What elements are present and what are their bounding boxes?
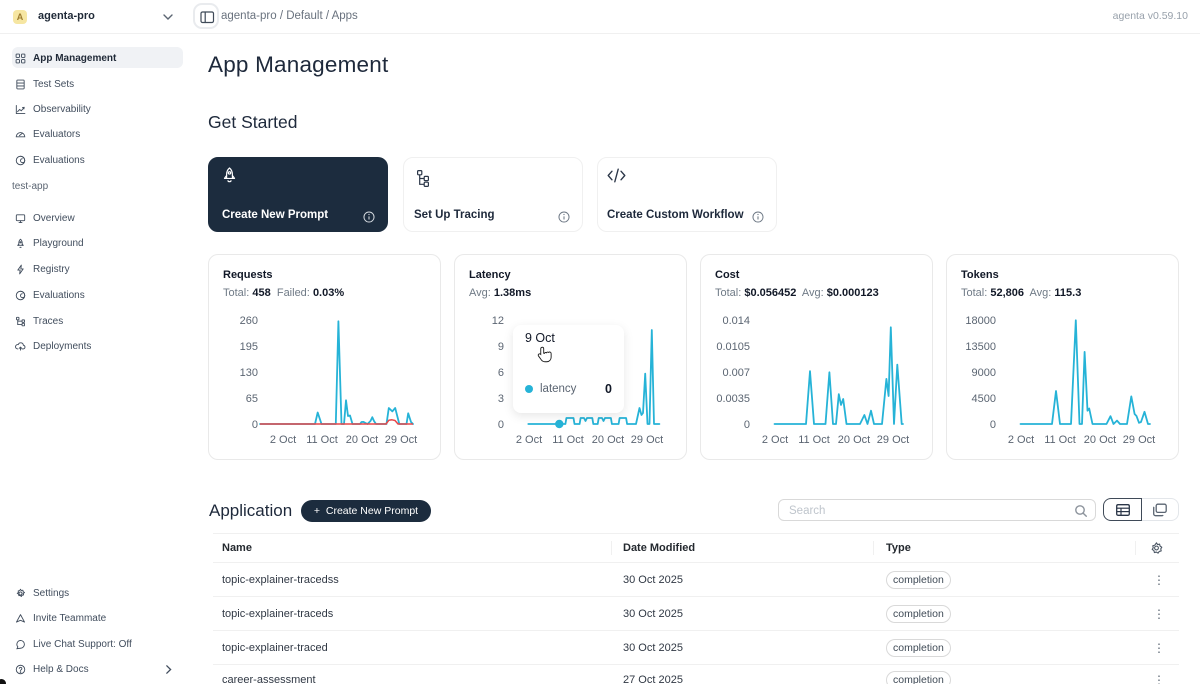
svg-text:0.0105: 0.0105 (716, 341, 750, 353)
svg-text:2 Oct: 2 Oct (762, 434, 788, 446)
svg-text:130: 130 (240, 367, 258, 379)
svg-text:11 Oct: 11 Oct (552, 434, 584, 446)
svg-text:0: 0 (498, 419, 504, 431)
svg-text:11 Oct: 11 Oct (306, 434, 338, 446)
svg-text:20 Oct: 20 Oct (838, 434, 870, 446)
svg-text:18000: 18000 (965, 315, 996, 327)
svg-text:29 Oct: 29 Oct (877, 434, 909, 446)
svg-text:11 Oct: 11 Oct (1044, 434, 1076, 446)
svg-text:2 Oct: 2 Oct (1008, 434, 1034, 446)
svg-text:9000: 9000 (972, 367, 996, 379)
svg-text:12: 12 (492, 315, 504, 327)
svg-text:29 Oct: 29 Oct (1123, 434, 1155, 446)
svg-text:4500: 4500 (972, 393, 996, 405)
svg-text:11 Oct: 11 Oct (798, 434, 830, 446)
svg-text:0.007: 0.007 (722, 367, 750, 379)
svg-text:29 Oct: 29 Oct (385, 434, 417, 446)
svg-text:0: 0 (744, 419, 750, 431)
svg-text:0: 0 (252, 419, 258, 431)
svg-text:3: 3 (498, 393, 504, 405)
svg-text:13500: 13500 (965, 341, 996, 353)
svg-text:0.0035: 0.0035 (716, 393, 750, 405)
svg-text:0: 0 (990, 419, 996, 431)
svg-text:20 Oct: 20 Oct (346, 434, 378, 446)
svg-text:9: 9 (498, 341, 504, 353)
svg-text:6: 6 (498, 367, 504, 379)
svg-text:20 Oct: 20 Oct (1084, 434, 1116, 446)
svg-text:29 Oct: 29 Oct (631, 434, 663, 446)
svg-text:2 Oct: 2 Oct (270, 434, 296, 446)
svg-text:2 Oct: 2 Oct (516, 434, 542, 446)
svg-text:260: 260 (240, 315, 258, 327)
svg-text:0.014: 0.014 (722, 315, 750, 327)
svg-text:20 Oct: 20 Oct (592, 434, 624, 446)
svg-text:195: 195 (240, 341, 258, 353)
svg-text:65: 65 (246, 393, 258, 405)
